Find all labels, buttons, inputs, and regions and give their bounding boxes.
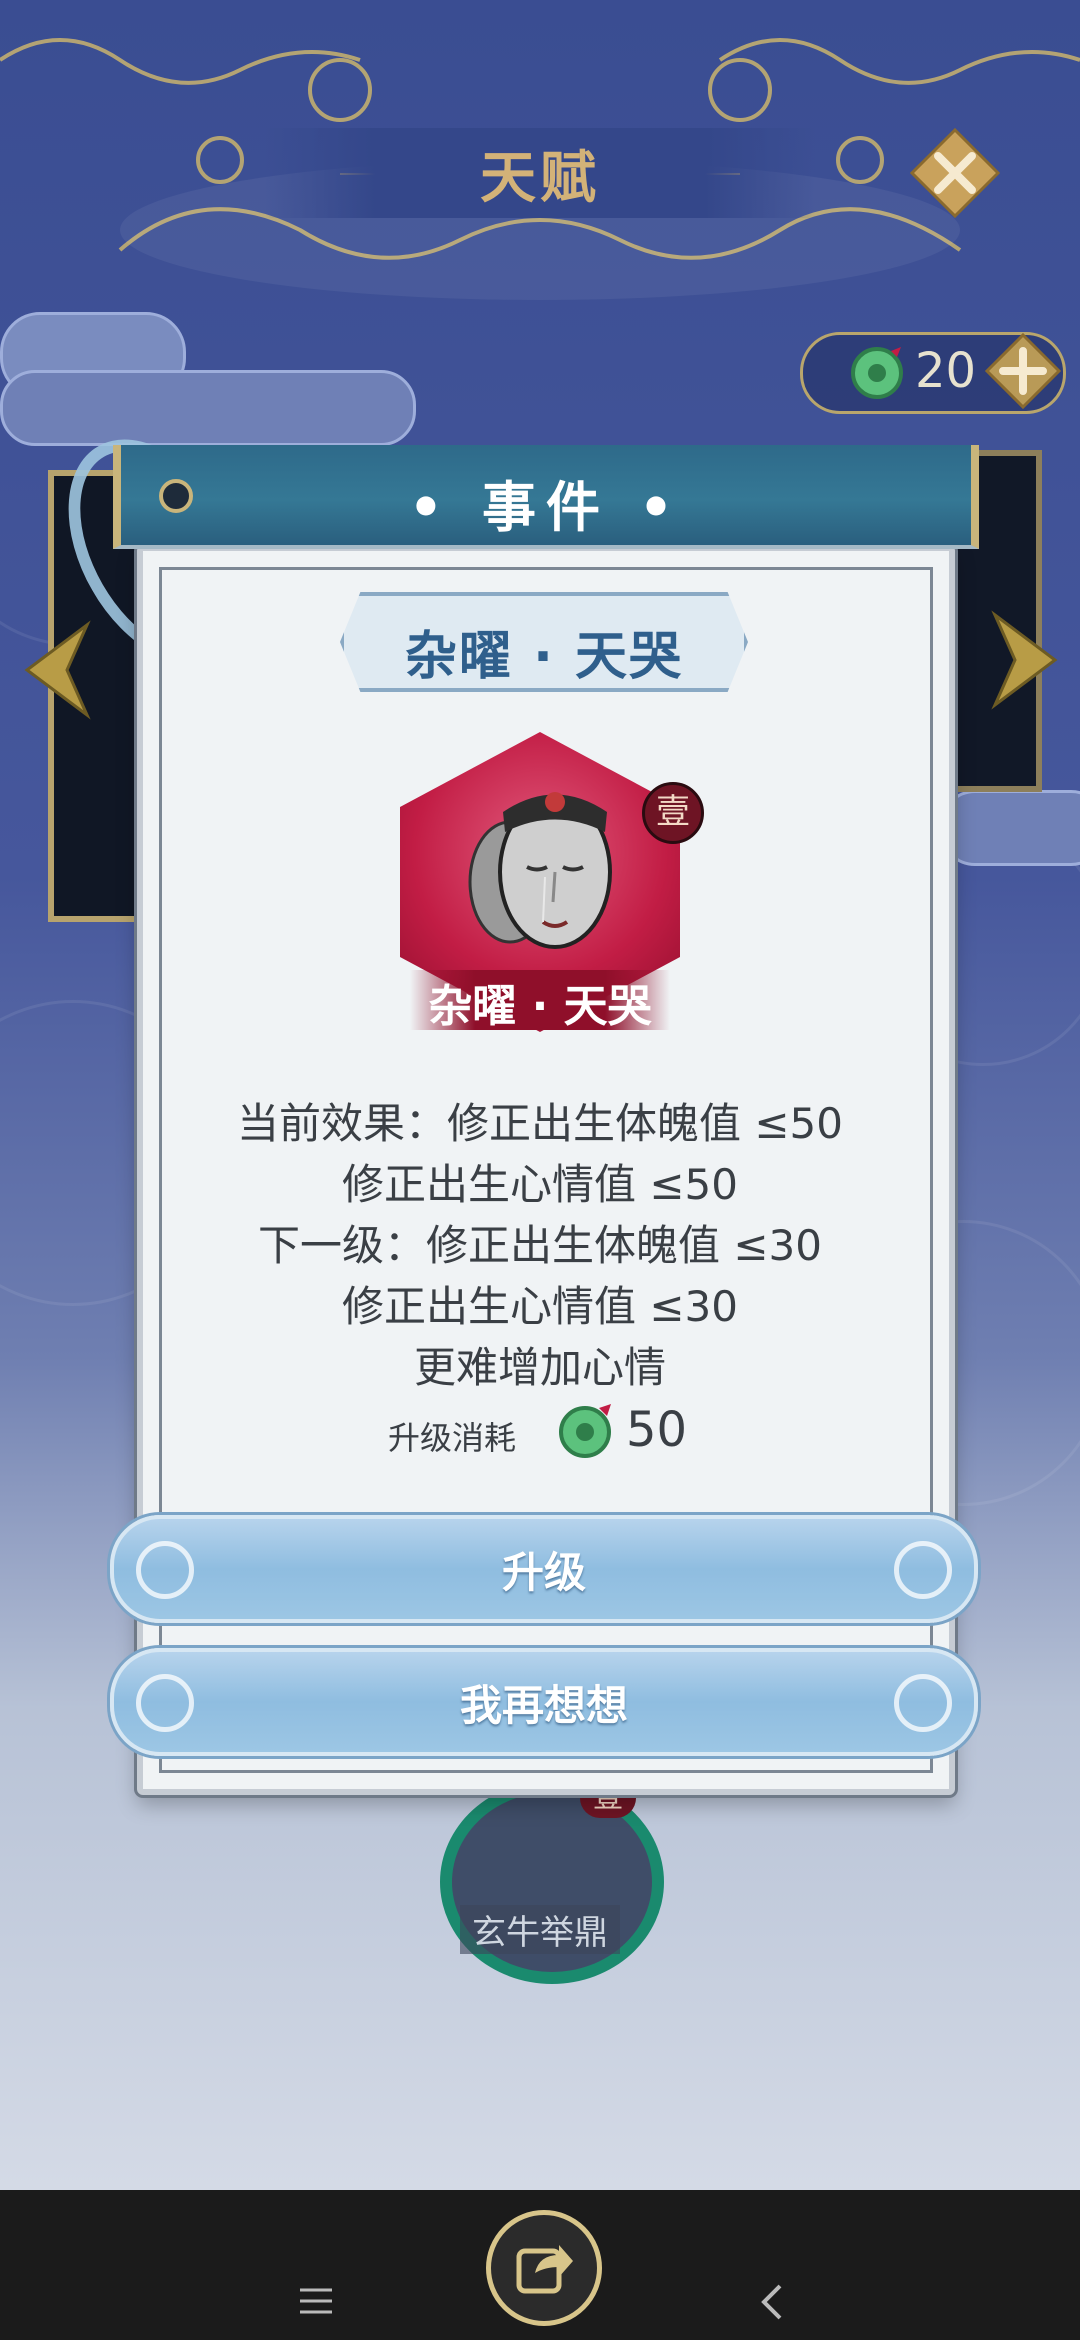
page-title-plate: 天赋: [265, 128, 815, 218]
menu-icon[interactable]: [296, 2286, 336, 2316]
close-icon[interactable]: [910, 128, 1000, 218]
upgrade-button-label: 升级: [501, 1547, 586, 1597]
effect-line: 下一级：修正出生体魄值 ≤30: [258, 1221, 822, 1270]
currency-value: 20: [915, 343, 977, 399]
button-ornament: [894, 1541, 952, 1599]
effect-line: 当前效果：修正出生体魄值 ≤50: [237, 1099, 843, 1148]
event-name-plate: 杂曜 · 天哭: [340, 592, 748, 692]
button-ornament: [136, 1541, 194, 1599]
share-icon: [516, 2245, 573, 2294]
dialog-title: • 事件 •: [408, 476, 684, 539]
upgrade-button[interactable]: 升级: [110, 1515, 978, 1623]
event-name: 杂曜 · 天哭: [405, 627, 683, 687]
talent-card: 壹 杂曜 · 天哭: [400, 732, 704, 1032]
effect-line: 修正出生心情值 ≤50: [342, 1160, 738, 1209]
share-button[interactable]: [486, 2210, 602, 2326]
coin-icon: [851, 347, 903, 399]
cancel-button-label: 我再想想: [459, 1680, 628, 1730]
cancel-button[interactable]: 我再想想: [110, 1648, 978, 1756]
left-scroll-bar: [0, 370, 416, 446]
button-ornament: [136, 1674, 194, 1732]
level-badge: 壹: [642, 782, 704, 844]
right-scroll-bar: [940, 790, 1080, 866]
cost-value: 50: [626, 1402, 688, 1458]
background-card-caption: 玄牛举鼎: [460, 1905, 620, 1954]
button-ornament: [894, 1674, 952, 1732]
arrow-right-icon[interactable]: [990, 610, 1060, 710]
effect-line: 更难增加心情: [413, 1343, 666, 1392]
cost-label: 升级消耗: [388, 1419, 517, 1457]
dialog-header: • 事件 •: [113, 445, 979, 549]
coin-icon: [559, 1404, 611, 1458]
card-caption: 杂曜 · 天哭: [428, 981, 652, 1032]
currency-display: 20: [800, 332, 1066, 414]
arrow-left-icon[interactable]: [22, 620, 92, 720]
page-title: 天赋: [480, 144, 600, 211]
back-icon[interactable]: [756, 2282, 786, 2322]
effect-line: 修正出生心情值 ≤30: [342, 1282, 738, 1331]
plus-icon[interactable]: [985, 333, 1061, 409]
mask-portrait-icon: [468, 792, 612, 949]
